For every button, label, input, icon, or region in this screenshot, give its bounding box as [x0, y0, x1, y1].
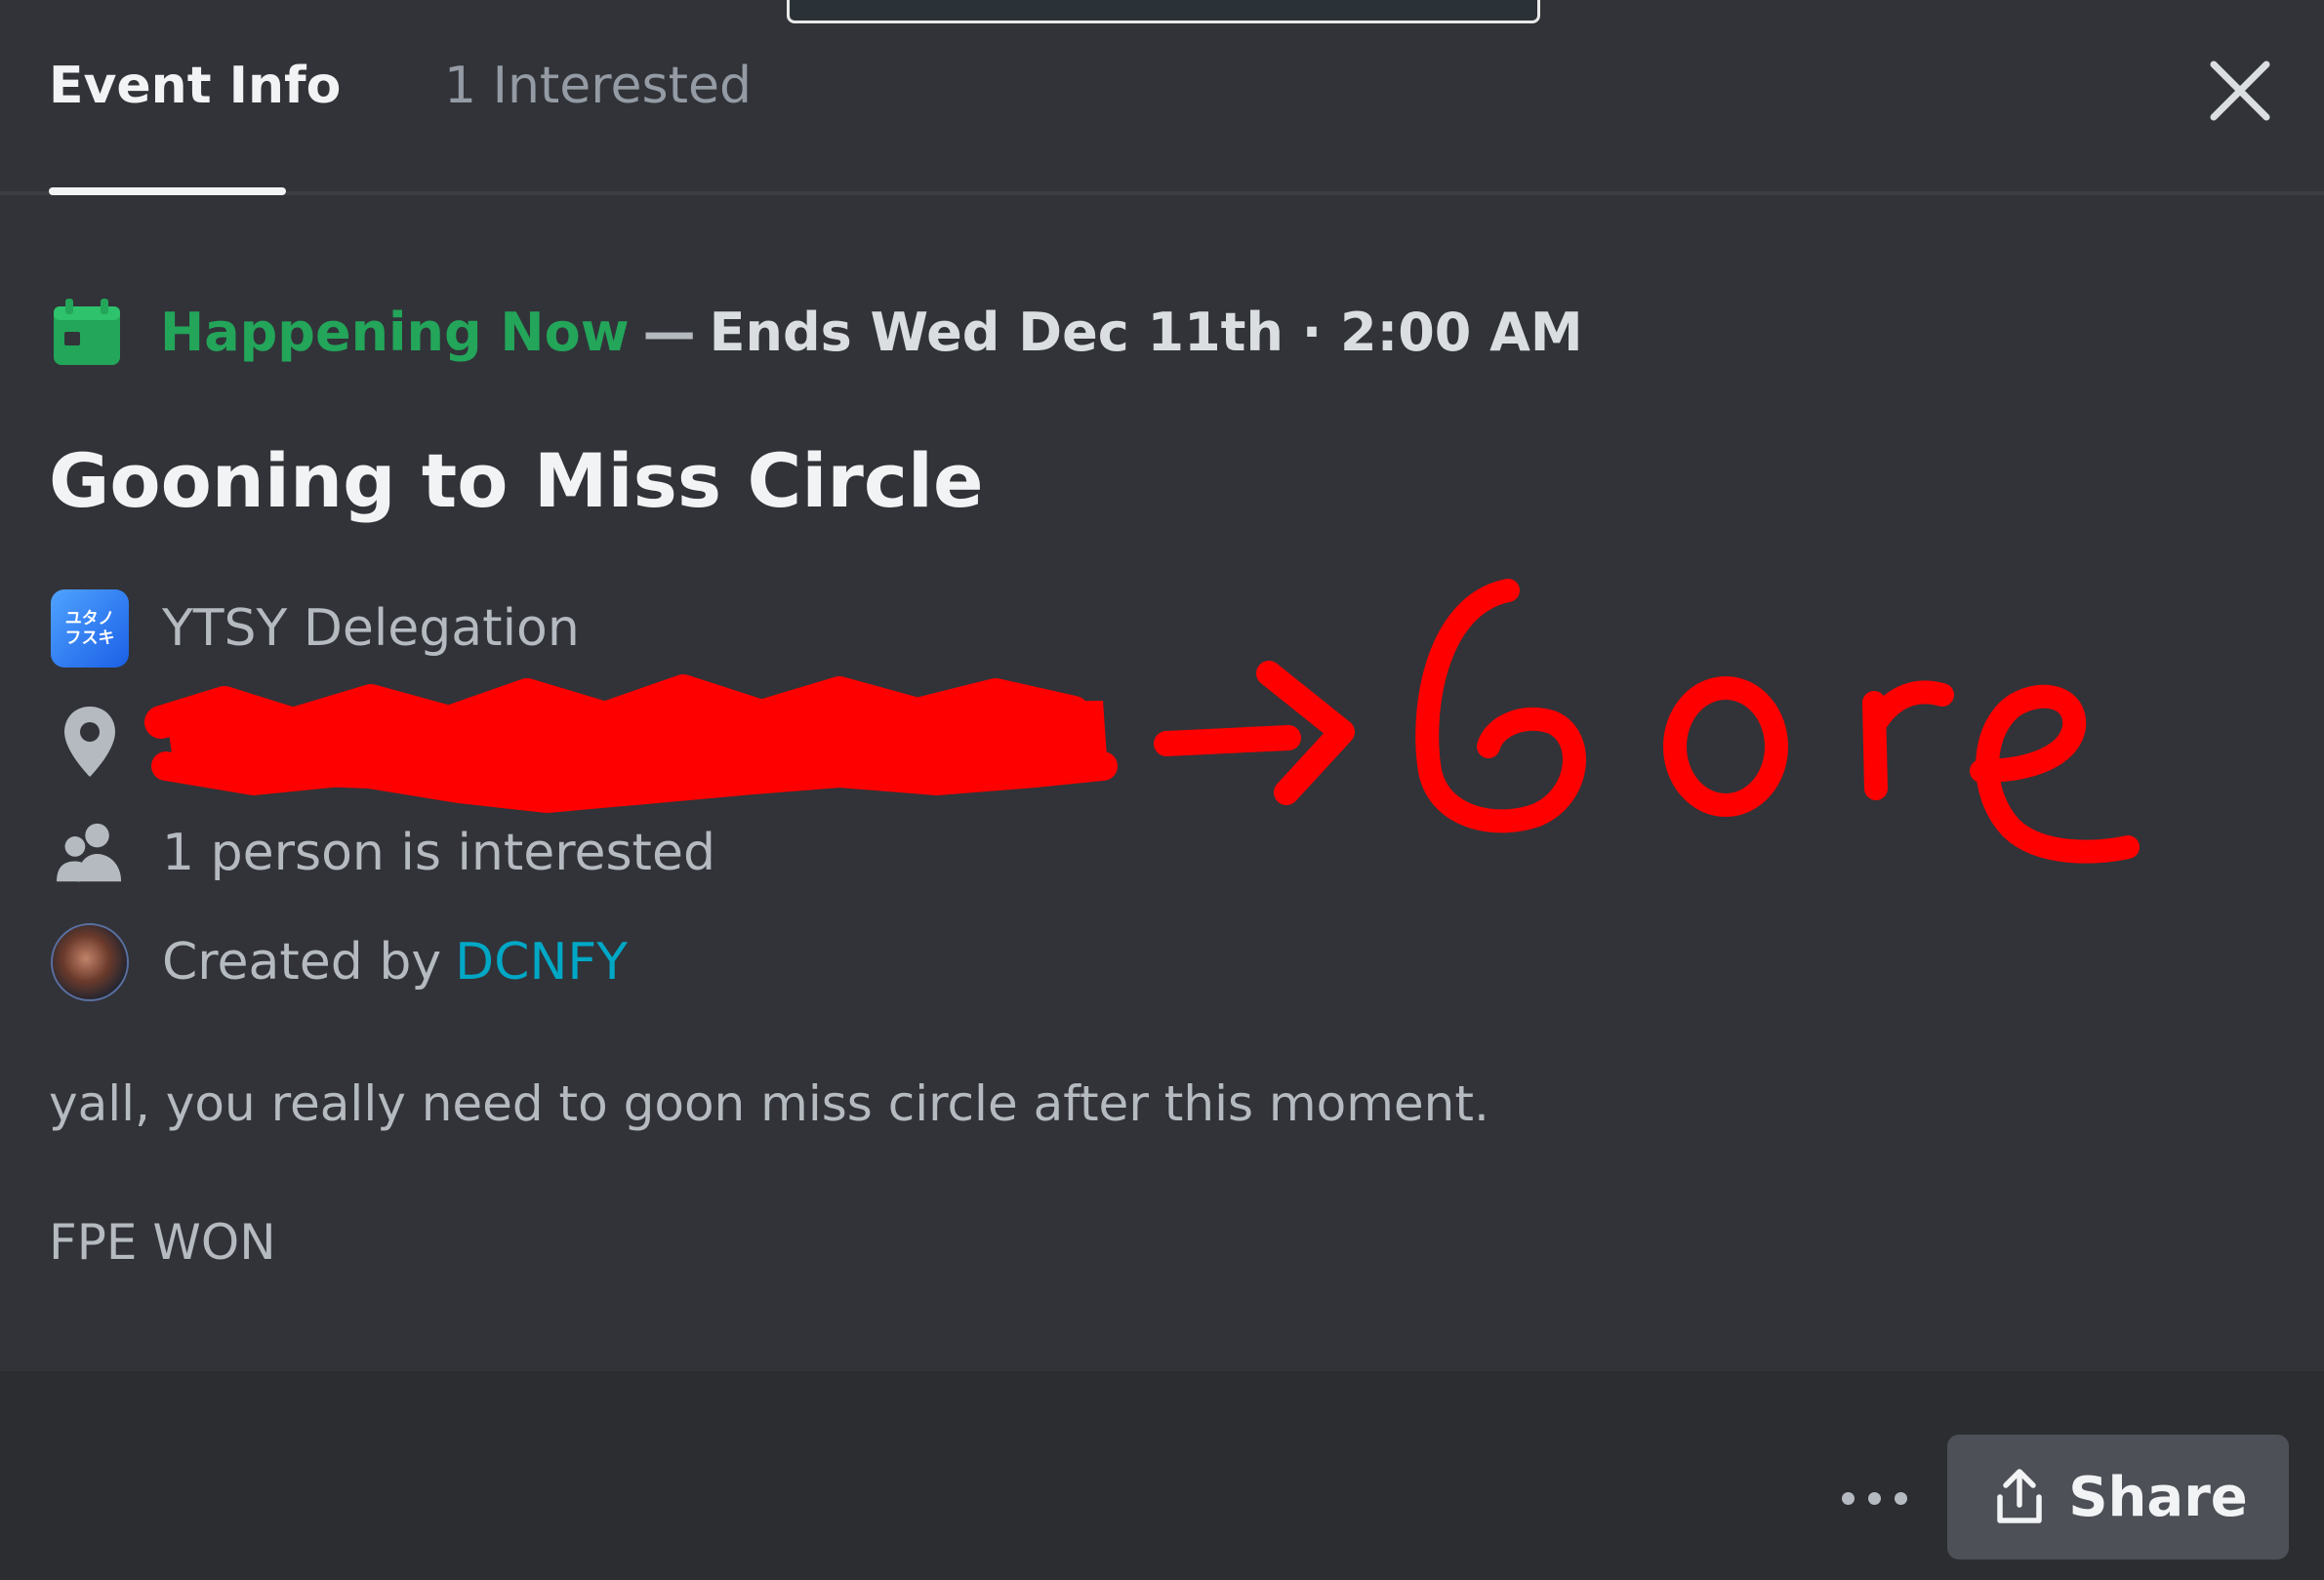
red-arrow: [1154, 661, 1355, 805]
tab-event-info[interactable]: Event Info: [49, 57, 341, 115]
share-icon: [1997, 1469, 2042, 1523]
tab-interested[interactable]: 1 Interested: [444, 57, 752, 115]
server-row: ユタノ フスキ YTSY Delegation: [51, 589, 580, 668]
event-description: yall, you really need to goon miss circl…: [49, 1075, 1489, 1132]
location-row: [51, 703, 162, 781]
interested-count: 1 person is interested: [162, 824, 715, 882]
share-label: Share: [2068, 1465, 2248, 1529]
interested-row: 1 person is interested: [51, 814, 715, 892]
event-end-time: Ends Wed Dec 11th · 2:00 AM: [709, 301, 1583, 363]
active-tab-indicator: [49, 187, 286, 195]
location-pin-icon: [64, 707, 115, 777]
event-description-extra: FPE WON: [49, 1214, 276, 1271]
server-icon: ユタノ フスキ: [51, 589, 129, 668]
share-button[interactable]: Share: [1947, 1435, 2289, 1560]
tab-bar: Event Info 1 Interested: [0, 0, 2324, 195]
close-icon[interactable]: [2206, 57, 2274, 125]
creator-row: Created by DCNFY: [51, 923, 628, 1001]
more-icon[interactable]: [1830, 1464, 1918, 1532]
red-annotation-overlay: [144, 579, 2140, 864]
status-separator: —: [642, 301, 696, 363]
event-status: Happening Now — Ends Wed Dec 11th · 2:00…: [51, 293, 1583, 371]
happening-now-label: Happening Now: [160, 301, 630, 363]
avatar[interactable]: [51, 923, 129, 1001]
server-name: YTSY Delegation: [162, 599, 580, 658]
event-title: Gooning to Miss Circle: [49, 437, 984, 524]
calendar-icon: [54, 299, 120, 365]
created-by-label: Created by: [162, 933, 442, 992]
people-icon: [57, 823, 122, 882]
creator-link[interactable]: DCNFY: [455, 933, 628, 992]
redaction-scribble: [144, 674, 1118, 813]
handwritten-gore: [1415, 579, 2140, 864]
